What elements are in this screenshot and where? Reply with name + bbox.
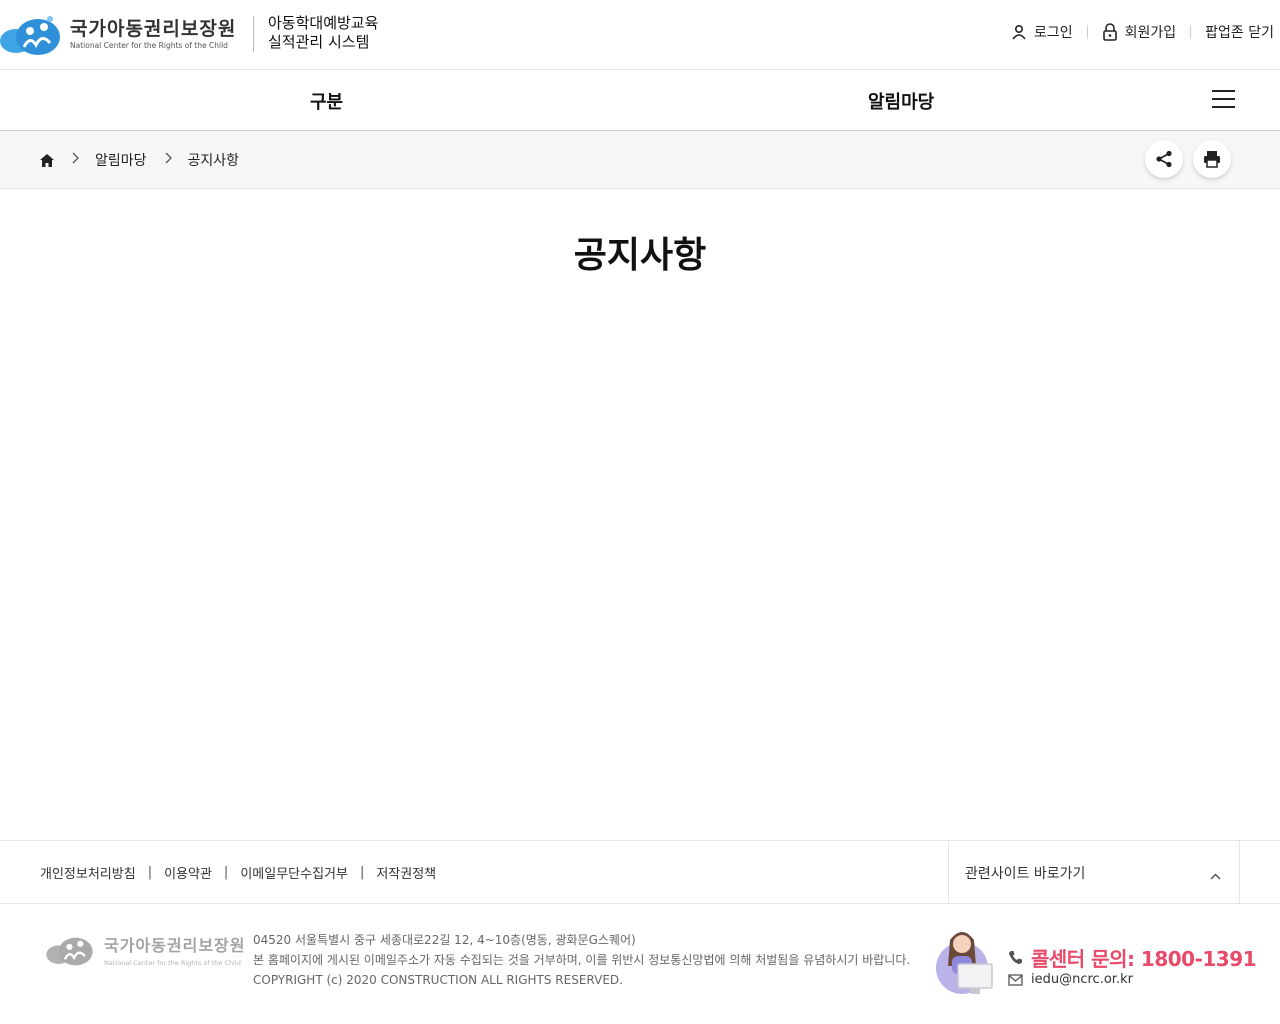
- footer-email-notice: 본 홈페이지에 게시된 이메일주소가 자동 수집되는 것을 거부하며, 이를 위…: [253, 953, 911, 967]
- footer-link-separator: |: [147, 865, 153, 880]
- email-info: iedu@ncrc.or.kr: [1008, 972, 1133, 987]
- system-title-line1: 아동학대예방교육: [268, 14, 379, 32]
- nav-item-category[interactable]: 구분: [310, 88, 343, 114]
- login-label: 로그인: [1033, 25, 1073, 41]
- footer-logo-english-text: National Center for the Rights of the Ch…: [104, 959, 241, 967]
- share-button[interactable]: [1145, 140, 1183, 178]
- footer-logo-korean-text: 국가아동권리보장원: [104, 936, 246, 955]
- footer-link-separator: |: [223, 865, 229, 880]
- breadcrumb: 알림마당 공지사항: [40, 150, 239, 170]
- footer-link-terms[interactable]: 이용약관: [164, 863, 212, 882]
- callcenter-info: 콜센터 문의: 1800-1391: [1008, 943, 1257, 972]
- breadcrumb-bar: 알림마당 공지사항: [0, 131, 1280, 189]
- logo-mark-icon: [0, 13, 64, 57]
- footer-copyright: COPYRIGHT (c) 2020 CONSTRUCTION ALL RIGH…: [253, 973, 623, 987]
- print-icon: [1204, 151, 1220, 168]
- system-title: 아동학대예방교육 실적관리 시스템: [268, 14, 378, 52]
- util-separator: [1190, 25, 1192, 39]
- footer-logo: 국가아동권리보장원 National Center for the Rights…: [44, 933, 245, 971]
- site-logo[interactable]: 국가아동권리보장원 National Center for the Rights…: [0, 12, 245, 58]
- popup-close-button[interactable]: 팝업존 닫기: [1205, 22, 1274, 42]
- user-icon: [1012, 24, 1026, 40]
- logo-english-text: National Center for the Rights of the Ch…: [70, 41, 228, 50]
- footer-link-copyright-policy[interactable]: 저작권정책: [376, 863, 436, 882]
- chevron-up-icon: [1210, 865, 1221, 884]
- logo-divider: [253, 16, 254, 52]
- logo-korean-text: 국가아동권리보장원: [70, 18, 237, 40]
- callcenter-text: 콜센터 문의: 1800-1391: [1031, 947, 1257, 971]
- home-icon[interactable]: [40, 153, 54, 167]
- chevron-right-icon: [165, 152, 172, 168]
- callcenter-character-icon: [932, 926, 996, 996]
- breadcrumb-item-notices[interactable]: 공지사항: [188, 150, 240, 170]
- footer-address: 04520 서울특별시 중구 세종대로22길 12, 4~10층(명동, 광화문…: [253, 933, 636, 947]
- footer-link-separator: |: [359, 865, 365, 880]
- popup-close-label: 팝업존 닫기: [1205, 25, 1274, 41]
- print-button[interactable]: [1193, 140, 1231, 178]
- signup-label: 회원가입: [1124, 25, 1177, 41]
- related-sites-dropdown[interactable]: 관련사이트 바로가기: [948, 841, 1240, 904]
- chevron-right-icon: [72, 152, 79, 168]
- phone-icon: [1009, 951, 1022, 964]
- lock-icon: [1102, 23, 1117, 41]
- footer-link-privacy[interactable]: 개인정보처리방침: [40, 863, 136, 882]
- main-navigation: 구분 알림마당: [0, 70, 1280, 131]
- footer-link-email-refusal[interactable]: 이메일무단수집거부: [240, 863, 348, 882]
- breadcrumb-item-notice-board[interactable]: 알림마당: [95, 150, 147, 170]
- login-link[interactable]: 로그인: [1011, 22, 1073, 42]
- footer-logo-mark-icon: [44, 933, 98, 971]
- signup-link[interactable]: 회원가입: [1102, 22, 1177, 42]
- page-title: 공지사항: [573, 235, 707, 276]
- related-sites-label: 관련사이트 바로가기: [965, 866, 1086, 882]
- hamburger-menu-icon[interactable]: [1212, 90, 1235, 108]
- email-address[interactable]: iedu@ncrc.or.kr: [1031, 972, 1133, 987]
- share-icon: [1156, 150, 1172, 168]
- util-separator: [1086, 25, 1088, 39]
- footer-links: 개인정보처리방침 | 이용약관 | 이메일무단수집거부 | 저작권정책: [40, 863, 436, 882]
- nav-item-notice-board[interactable]: 알림마당: [868, 88, 934, 114]
- footer-links-bar: 개인정보처리방침 | 이용약관 | 이메일무단수집거부 | 저작권정책 관련사이…: [0, 840, 1280, 904]
- footer-info: 04520 서울특별시 중구 세종대로22길 12, 4~10층(명동, 광화문…: [253, 930, 910, 990]
- utility-menu: 로그인 회원가입 팝업존 닫기: [1011, 22, 1274, 42]
- mail-icon: [1008, 973, 1023, 986]
- system-title-line2: 실적관리 시스템: [268, 33, 370, 51]
- header: 국가아동권리보장원 National Center for the Rights…: [0, 0, 1280, 70]
